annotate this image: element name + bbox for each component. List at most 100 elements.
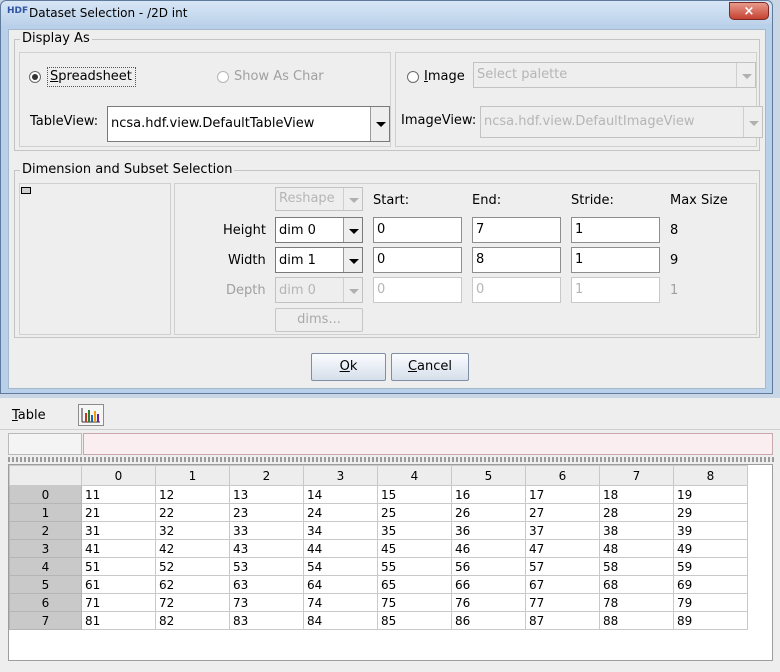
column-header[interactable]: 4 [377, 465, 452, 486]
row-header[interactable]: 4 [9, 557, 82, 576]
table-cell[interactable]: 28 [599, 503, 674, 522]
table-cell[interactable]: 57 [525, 557, 600, 576]
table-cell[interactable]: 44 [303, 539, 378, 558]
row-header[interactable]: 2 [9, 521, 82, 540]
table-cell[interactable]: 47 [525, 539, 600, 558]
depth-stride-input[interactable]: 1 [571, 277, 660, 303]
table-cell[interactable]: 74 [303, 593, 378, 612]
width-dim-select[interactable]: dim 1 [275, 247, 363, 273]
table-cell[interactable]: 21 [81, 503, 156, 522]
row-header[interactable]: 5 [9, 575, 82, 594]
height-start-input[interactable]: 0 [373, 217, 462, 243]
table-cell[interactable]: 43 [229, 539, 304, 558]
column-header[interactable]: 1 [155, 465, 230, 486]
table-cell[interactable]: 68 [599, 575, 674, 594]
depth-dim-select[interactable]: dim 0 [275, 277, 363, 303]
table-cell[interactable]: 61 [81, 575, 156, 594]
close-button[interactable]: × [729, 2, 769, 20]
table-cell[interactable]: 76 [451, 593, 526, 612]
table-cell[interactable]: 69 [673, 575, 748, 594]
imageview-select[interactable]: ncsa.hdf.view.DefaultImageView [480, 106, 763, 138]
table-cell[interactable]: 56 [451, 557, 526, 576]
height-dim-select[interactable]: dim 0 [275, 217, 363, 243]
chevron-down-icon[interactable] [343, 248, 362, 272]
column-header[interactable]: 3 [303, 465, 378, 486]
table-cell[interactable]: 38 [599, 521, 674, 540]
dims-button[interactable]: dims... [275, 308, 363, 332]
table-cell[interactable]: 36 [451, 521, 526, 540]
height-end-input[interactable]: 7 [472, 217, 561, 243]
table-cell[interactable]: 35 [377, 521, 452, 540]
table-cell[interactable]: 79 [673, 593, 748, 612]
depth-start-input[interactable]: 0 [373, 277, 462, 303]
tableview-select[interactable]: ncsa.hdf.view.DefaultTableView [107, 106, 390, 142]
table-cell[interactable]: 59 [673, 557, 748, 576]
depth-end-input[interactable]: 0 [472, 277, 561, 303]
table-cell[interactable]: 26 [451, 503, 526, 522]
table-cell[interactable]: 19 [673, 485, 748, 504]
image-radio[interactable] [407, 71, 419, 83]
table-cell[interactable]: 58 [599, 557, 674, 576]
table-cell[interactable]: 81 [81, 611, 156, 630]
table-cell[interactable]: 17 [525, 485, 600, 504]
table-cell[interactable]: 84 [303, 611, 378, 630]
table-cell[interactable]: 87 [525, 611, 600, 630]
table-cell[interactable]: 23 [229, 503, 304, 522]
height-stride-input[interactable]: 1 [571, 217, 660, 243]
table-cell[interactable]: 72 [155, 593, 230, 612]
cancel-button[interactable]: Cancel [391, 353, 469, 381]
table-cell[interactable]: 78 [599, 593, 674, 612]
ok-button[interactable]: Ok [311, 353, 386, 381]
table-cell[interactable]: 67 [525, 575, 600, 594]
row-header[interactable]: 1 [9, 503, 82, 522]
table-cell[interactable]: 51 [81, 557, 156, 576]
table-cell[interactable]: 37 [525, 521, 600, 540]
table-cell[interactable]: 88 [599, 611, 674, 630]
table-cell[interactable]: 13 [229, 485, 304, 504]
table-cell[interactable]: 27 [525, 503, 600, 522]
table-cell[interactable]: 54 [303, 557, 378, 576]
table-cell[interactable]: 75 [377, 593, 452, 612]
row-header[interactable]: 7 [9, 611, 82, 630]
table-cell[interactable]: 16 [451, 485, 526, 504]
table-cell[interactable]: 73 [229, 593, 304, 612]
row-header[interactable]: 0 [9, 485, 82, 504]
table-cell[interactable]: 45 [377, 539, 452, 558]
table-cell[interactable]: 48 [599, 539, 674, 558]
table-cell[interactable]: 25 [377, 503, 452, 522]
table-cell[interactable]: 15 [377, 485, 452, 504]
table-cell[interactable]: 46 [451, 539, 526, 558]
table-cell[interactable]: 11 [81, 485, 156, 504]
table-cell[interactable]: 77 [525, 593, 600, 612]
table-cell[interactable]: 18 [599, 485, 674, 504]
table-cell[interactable]: 63 [229, 575, 304, 594]
width-start-input[interactable]: 0 [373, 247, 462, 273]
table-cell[interactable]: 12 [155, 485, 230, 504]
chevron-down-icon[interactable] [343, 218, 362, 242]
reshape-select[interactable]: Reshape [275, 187, 363, 211]
column-header[interactable]: 2 [229, 465, 304, 486]
column-header[interactable]: 6 [525, 465, 600, 486]
table-cell[interactable]: 65 [377, 575, 452, 594]
width-stride-input[interactable]: 1 [571, 247, 660, 273]
chevron-down-icon[interactable] [343, 278, 362, 302]
table-cell[interactable]: 52 [155, 557, 230, 576]
table-cell[interactable]: 64 [303, 575, 378, 594]
table-cell[interactable]: 14 [303, 485, 378, 504]
table-cell[interactable]: 41 [81, 539, 156, 558]
table-cell[interactable]: 33 [229, 521, 304, 540]
spreadsheet-label[interactable]: Spreadsheet [50, 69, 132, 84]
chevron-down-icon[interactable] [370, 107, 389, 141]
table-cell[interactable]: 89 [673, 611, 748, 630]
chevron-down-icon[interactable] [343, 188, 362, 210]
show-as-char-radio[interactable] [217, 71, 229, 83]
table-cell[interactable]: 53 [229, 557, 304, 576]
cell-value-input[interactable] [83, 433, 773, 455]
table-cell[interactable]: 71 [81, 593, 156, 612]
image-label[interactable]: Image [424, 69, 465, 84]
table-cell[interactable]: 32 [155, 521, 230, 540]
table-cell[interactable]: 29 [673, 503, 748, 522]
column-header[interactable]: 5 [451, 465, 526, 486]
chart-icon[interactable] [78, 404, 104, 426]
table-cell[interactable]: 85 [377, 611, 452, 630]
